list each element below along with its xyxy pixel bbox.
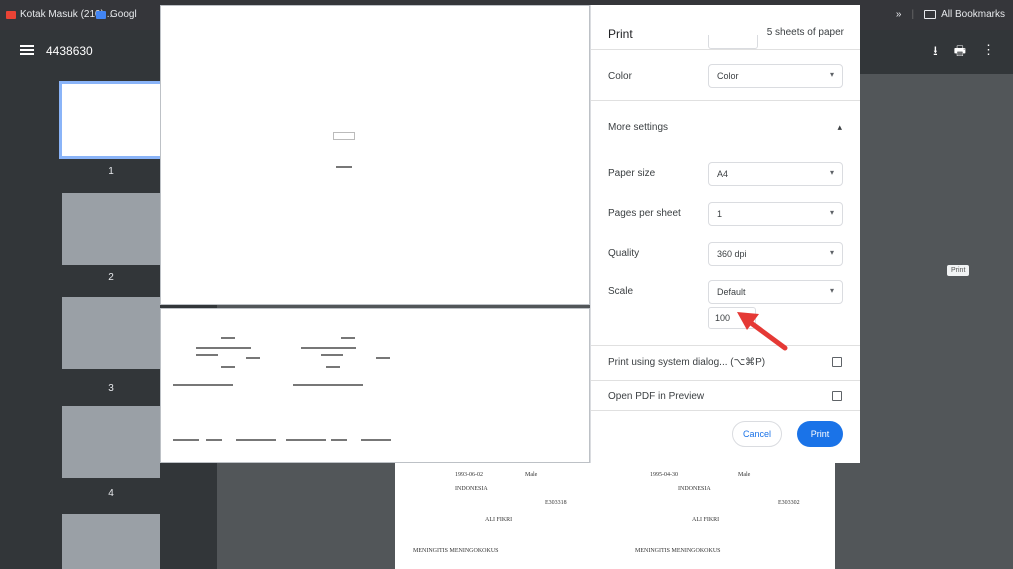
color-select[interactable]: Color ▾: [708, 64, 843, 88]
page-number: 1: [108, 166, 114, 177]
preview-mini-line: [321, 354, 343, 356]
preview-mini-line: [221, 366, 235, 368]
menu-icon[interactable]: [20, 45, 34, 55]
preview-mini-line: [221, 337, 235, 339]
page-thumbnail[interactable]: [62, 514, 160, 569]
preview-mini-line: [341, 337, 355, 339]
bookmarks-right: » | All Bookmarks: [896, 9, 1005, 20]
preview-mini-line: [293, 384, 363, 386]
scale-label: Scale: [608, 286, 634, 297]
print-dialog: Print 5 sheets of paper Color Color ▾ Mo…: [590, 5, 860, 463]
section-divider: [591, 410, 860, 411]
preview-mini-line: [331, 439, 347, 441]
section-divider: [591, 345, 860, 346]
pages-per-sheet-select[interactable]: 1 ▾: [708, 202, 843, 226]
document-title: 4438630: [46, 44, 93, 58]
page-text: MENINGITIS MENINGOKOKUS: [413, 548, 499, 554]
preview-mini-line: [206, 439, 222, 441]
page-number: 2: [108, 272, 114, 283]
preview-mini-line: [246, 357, 260, 359]
page-thumbnail[interactable]: [62, 193, 160, 265]
paper-size-select[interactable]: A4 ▾: [708, 162, 843, 186]
copies-field-edge[interactable]: [708, 35, 758, 49]
scale-select[interactable]: Default ▾: [708, 280, 843, 304]
page-text: E303302: [778, 500, 800, 506]
bookmarks-overflow-button[interactable]: »: [896, 9, 902, 20]
preview-mini-text: [333, 132, 355, 140]
page-text: ALI FIKRI: [485, 517, 513, 523]
chevron-up-icon[interactable]: ▴: [837, 122, 842, 133]
chevron-down-icon: ▾: [829, 248, 834, 257]
arrow-shaft: [744, 317, 788, 351]
page-text: INDONESIA: [455, 486, 488, 492]
preview-mini-line: [236, 439, 276, 441]
google-drive-icon: [96, 10, 106, 19]
chevron-down-icon: ▾: [829, 208, 834, 217]
open-pdf-preview-link[interactable]: Open PDF in Preview: [608, 391, 704, 402]
color-label: Color: [608, 71, 632, 82]
all-bookmarks-button[interactable]: All Bookmarks: [924, 9, 1005, 20]
chevron-down-icon: ▾: [829, 70, 834, 79]
background-print-label: Print: [947, 265, 970, 276]
toolbar-actions: ⭳ 🖶 ⋮: [933, 42, 995, 64]
print-button[interactable]: Print: [797, 421, 843, 447]
header-divider: [591, 49, 860, 50]
page-text: INDONESIA: [678, 486, 711, 492]
more-vert-icon[interactable]: ⋮: [982, 42, 995, 64]
page-text: E303318: [545, 500, 567, 506]
print-icon[interactable]: 🖶: [954, 42, 966, 64]
page-thumbnail[interactable]: [59, 81, 163, 159]
quality-label: Quality: [608, 248, 640, 259]
page-text: 1993-06-02: [455, 472, 483, 478]
print-preview-page: [160, 5, 590, 305]
page-text: Male: [525, 472, 538, 478]
preview-mini-line: [196, 354, 218, 356]
preview-mini-line: [361, 439, 391, 441]
gmail-icon: [6, 10, 16, 19]
preview-mini-line: [376, 357, 390, 359]
quality-select[interactable]: 360 dpi ▾: [708, 242, 843, 266]
page-thumbnail[interactable]: [62, 297, 160, 369]
page-text: 1995-04-30: [650, 472, 678, 478]
open-external-icon[interactable]: [832, 357, 842, 367]
preview-mini-line: [286, 439, 326, 441]
pages-per-sheet-label: Pages per sheet: [608, 208, 681, 219]
preview-mini-line: [173, 384, 233, 386]
sheets-count: 5 sheets of paper: [766, 27, 844, 38]
chevron-down-icon: ▾: [829, 286, 834, 295]
page-number: 3: [108, 383, 114, 394]
more-settings-toggle[interactable]: More settings: [608, 122, 668, 133]
section-divider: [591, 380, 860, 381]
page-text: Male: [738, 472, 751, 478]
preview-mini-line: [301, 347, 356, 349]
page-text: ALI FIKRI: [692, 517, 720, 523]
preview-mini-line: [173, 439, 199, 441]
print-preview-page: [160, 308, 590, 463]
preview-mini-line: [196, 347, 251, 349]
bookmarks-separator: |: [911, 9, 915, 20]
red-arrow-annotation: [737, 312, 788, 351]
chevron-down-icon: ▾: [829, 168, 834, 177]
paper-size-label: Paper size: [608, 168, 656, 179]
section-divider: [591, 100, 860, 101]
pdf-page: 1993-06-02 Male INDONESIA E303318 ALI FI…: [395, 450, 835, 569]
bookmark-google[interactable]: Googl: [96, 9, 137, 20]
page-number: 4: [108, 488, 114, 499]
open-external-icon[interactable]: [832, 391, 842, 401]
preview-mini-line: [336, 166, 352, 168]
cancel-button[interactable]: Cancel: [732, 421, 782, 447]
system-dialog-link[interactable]: Print using system dialog... (⌥⌘P): [608, 357, 765, 368]
preview-mini-line: [326, 366, 340, 368]
folder-icon: [924, 10, 937, 19]
download-icon[interactable]: ⭳: [933, 42, 938, 64]
dialog-title: Print: [608, 27, 633, 41]
page-text: MENINGITIS MENINGOKOKUS: [635, 548, 721, 554]
page-thumbnail[interactable]: [62, 406, 160, 478]
